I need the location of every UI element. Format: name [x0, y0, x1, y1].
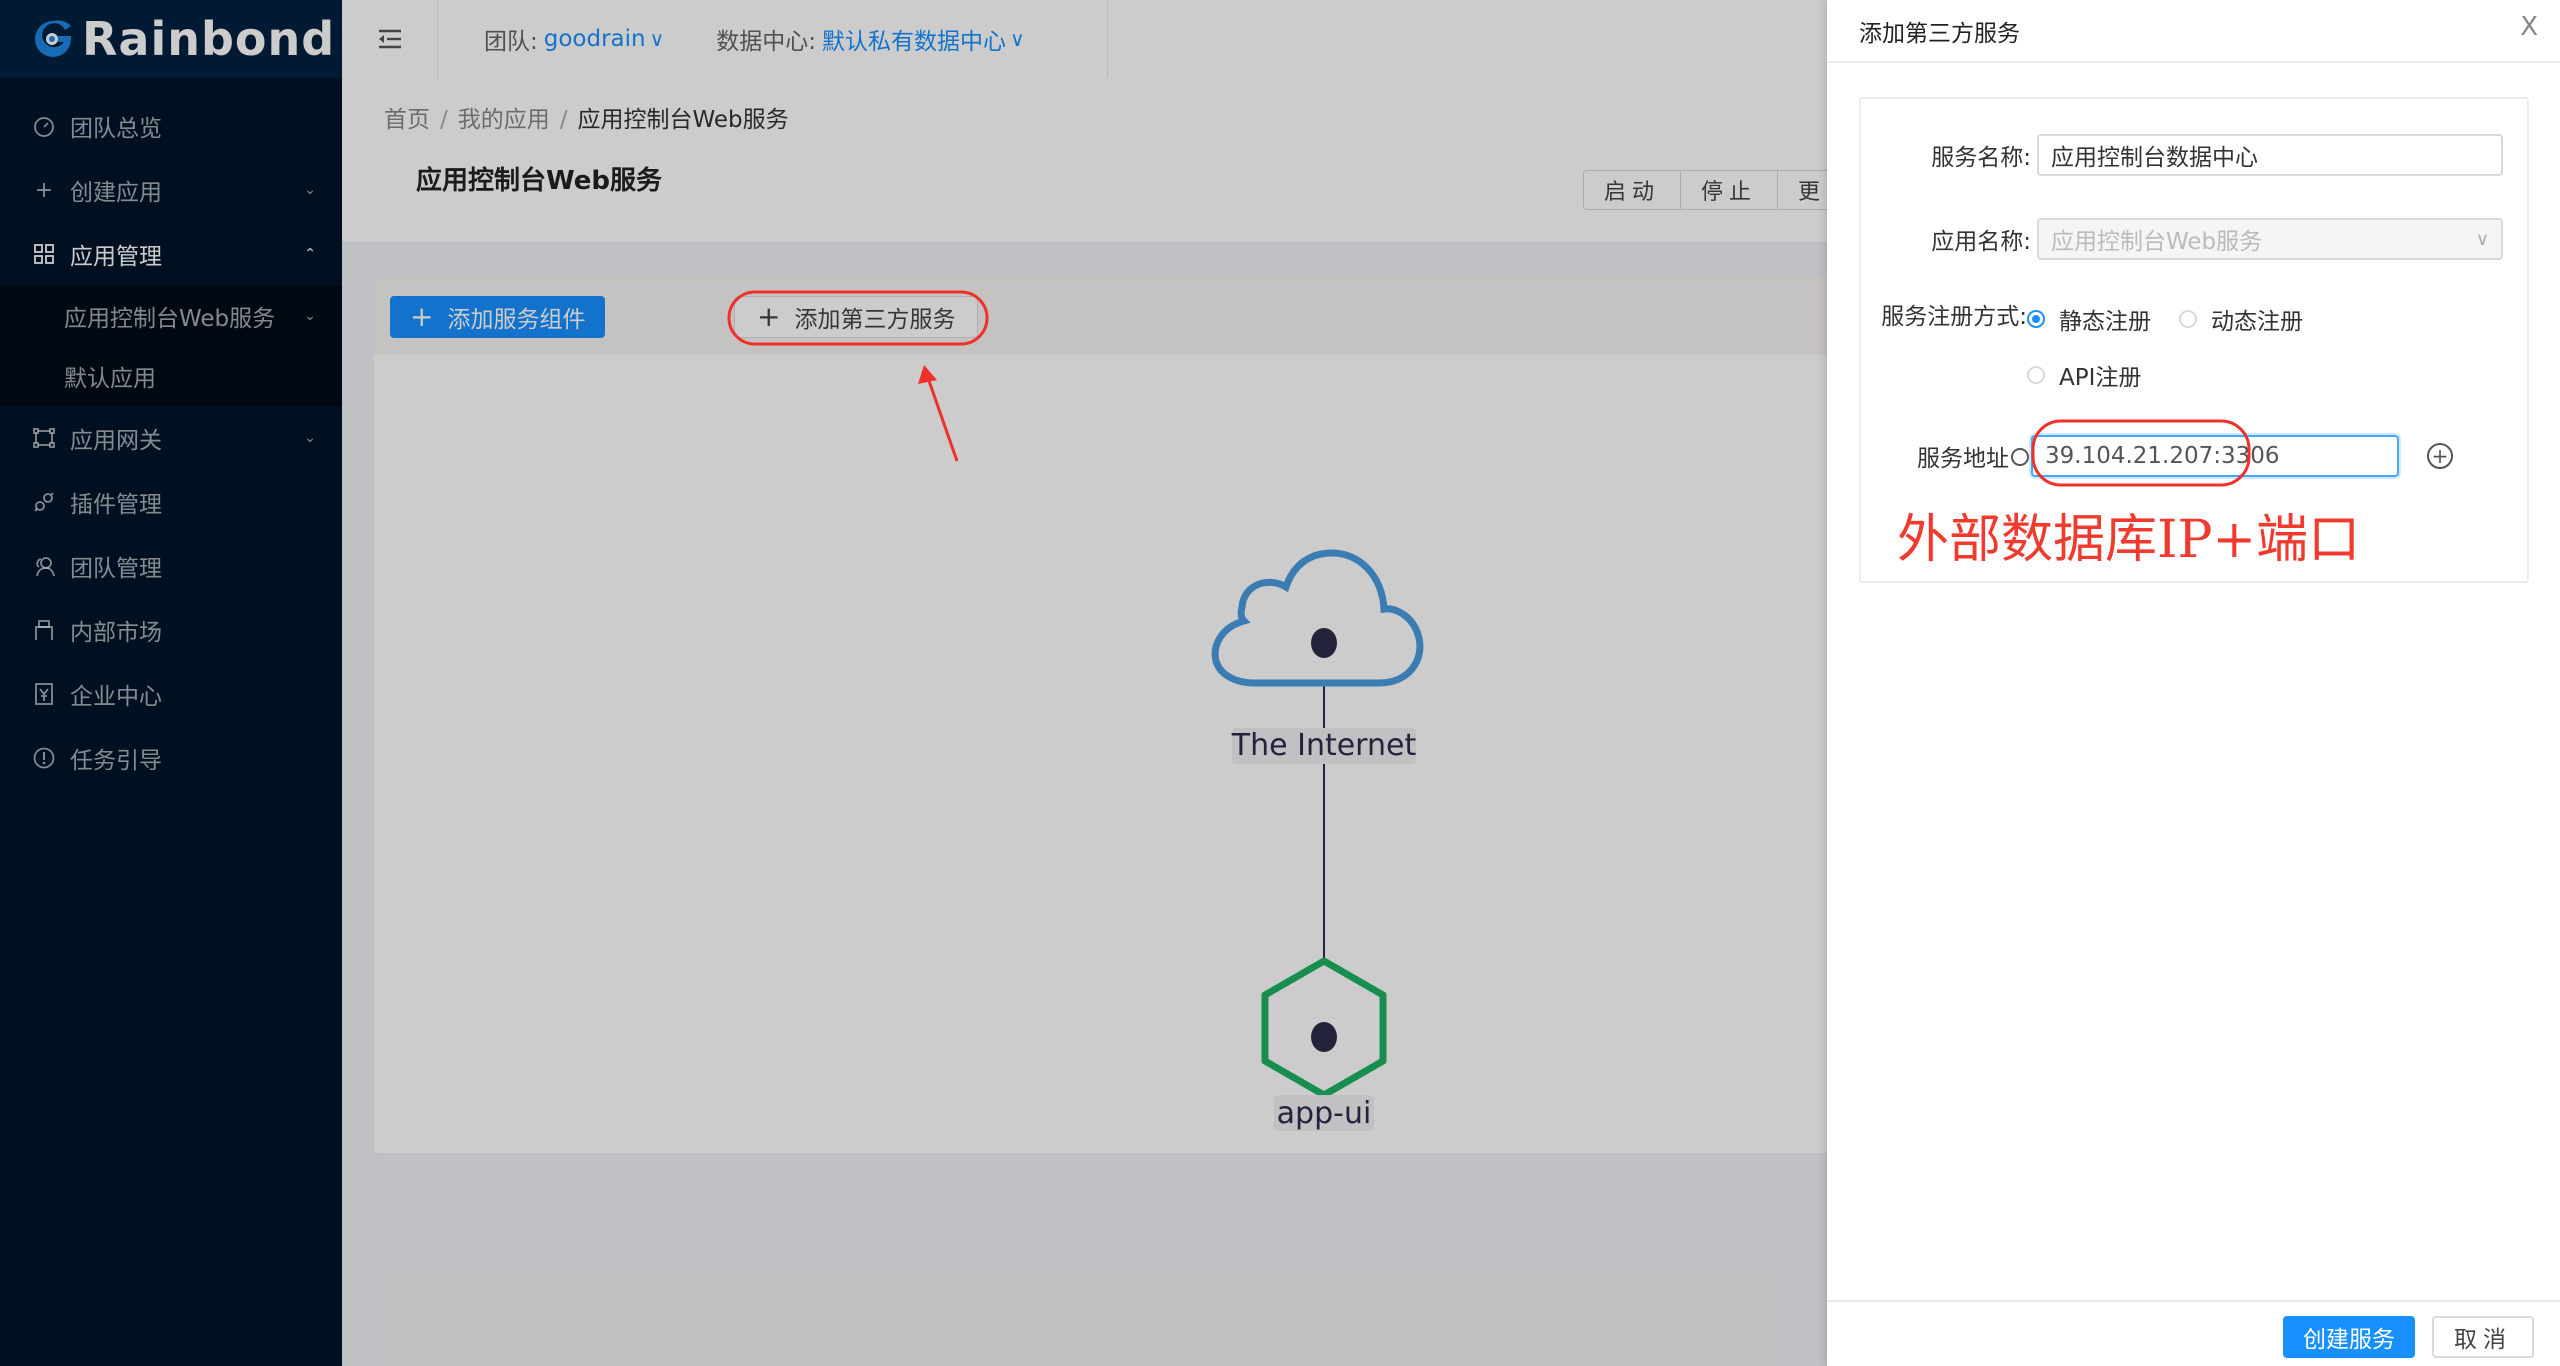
- radio-static-register[interactable]: 静态注册: [2027, 302, 2151, 336]
- radio-checked-icon: [2027, 310, 2045, 328]
- app-name-row: 应用名称: 应用控制台Web服务 ∨: [1861, 218, 2503, 260]
- service-name-label: 服务名称:: [1931, 145, 2031, 171]
- annotation-text: 外部数据库IP+端口: [1897, 510, 2361, 570]
- service-name-row: 服务名称: 应用控制台数据中心: [1861, 134, 2503, 176]
- question-circle-icon[interactable]: [2011, 448, 2029, 466]
- register-method-row: 服务注册方式: 静态注册 动态注册 API注册: [1861, 302, 2357, 392]
- radio-unchecked-icon: [2027, 366, 2045, 384]
- add-third-party-drawer: 添加第三方服务 X 服务名称: 应用控制台数据中心 应用名称: 应用控制台Web…: [1827, 0, 2560, 1366]
- service-address-label: 服务地址: [1861, 439, 2031, 473]
- service-address-input[interactable]: 39.104.21.207:3306: [2031, 435, 2399, 477]
- create-service-button[interactable]: 创建服务: [2283, 1316, 2415, 1358]
- radio-label: API注册: [2059, 365, 2142, 391]
- radio-label: 静态注册: [2059, 309, 2151, 335]
- app-name-label: 应用名称:: [1931, 229, 2031, 255]
- service-address-row: 服务地址 39.104.21.207:3306 +: [1861, 435, 2453, 477]
- radio-dynamic-register[interactable]: 动态注册: [2179, 302, 2303, 336]
- close-icon[interactable]: X: [2520, 12, 2538, 42]
- app-name-value: 应用控制台Web服务: [2051, 229, 2263, 255]
- register-method-radio-group: 静态注册 动态注册 API注册: [2027, 302, 2357, 392]
- service-address-label-text: 服务地址: [1917, 446, 2009, 472]
- chevron-down-icon: ∨: [2475, 228, 2489, 250]
- app-name-select: 应用控制台Web服务 ∨: [2037, 218, 2503, 260]
- cancel-button[interactable]: 取消: [2432, 1316, 2534, 1358]
- drawer-title: 添加第三方服务: [1859, 21, 2020, 47]
- drawer-mask[interactable]: [0, 0, 1827, 1366]
- register-method-label: 服务注册方式:: [1881, 304, 2027, 330]
- drawer-header: 添加第三方服务 X: [1827, 0, 2560, 63]
- radio-api-register[interactable]: API注册: [2027, 358, 2141, 392]
- radio-label: 动态注册: [2211, 309, 2303, 335]
- drawer-footer: 创建服务 取消: [1827, 1300, 2560, 1366]
- radio-unchecked-icon: [2179, 310, 2197, 328]
- service-name-input[interactable]: 应用控制台数据中心: [2037, 134, 2503, 176]
- add-address-icon[interactable]: +: [2427, 443, 2453, 469]
